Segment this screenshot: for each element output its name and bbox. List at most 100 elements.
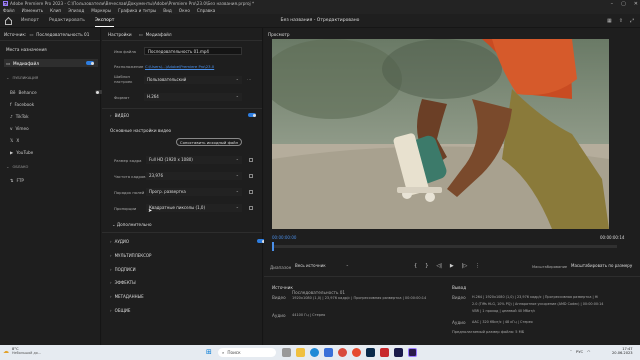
premiere-taskbar-icon[interactable] [408, 348, 417, 357]
workspaces-icon[interactable]: ▦ [607, 18, 612, 24]
windows-start-icon[interactable]: ⊞ [206, 348, 212, 356]
destination-ftp[interactable]: FTP [17, 178, 24, 183]
effects-section[interactable]: ЭФФЕКТЫ [110, 280, 136, 285]
media-file-icon: ▭ [138, 32, 143, 37]
publish-heading: ПУБЛИКАЦИЯ [12, 75, 39, 80]
aspect-dropdown[interactable]: Квадратные пикселы (1,0) [146, 203, 242, 212]
source-value[interactable]: Последовательность 01 [36, 32, 89, 37]
frame-rate-checkbox[interactable] [249, 174, 253, 178]
home-icon[interactable] [4, 18, 12, 25]
frame-rate-dropdown[interactable]: 23,976 [146, 171, 242, 180]
mark-in-icon[interactable]: { [414, 263, 417, 269]
summary-source-name: Последовательность 01 [292, 290, 346, 295]
file-name-input[interactable]: Последовательность 01.mp4 [144, 47, 242, 55]
frame-size-dropdown[interactable]: Full HD (1920 x 1080) [146, 155, 242, 164]
menu-bar: Файл Изменить Клип Эпизод Маркеры График… [0, 7, 640, 14]
format-dropdown[interactable]: H.264 [144, 92, 242, 101]
language-indicator[interactable]: РУС [576, 349, 583, 354]
scale-label: Масштабирование [532, 265, 568, 269]
platform-behance[interactable]: Behance [18, 90, 36, 95]
menu-file[interactable]: Файл [3, 8, 15, 13]
video-toggle[interactable] [248, 113, 256, 117]
summary-output-video-3: VBR | 1 проход | целевой 40 Мбит/с [472, 309, 536, 313]
multiplexer-section[interactable]: МУЛЬТИПЛЕКСОР [110, 253, 152, 258]
fullscreen-icon[interactable]: ⤢ [630, 18, 634, 24]
menu-clip[interactable]: Клип [50, 8, 61, 13]
collapse-chevron-icon[interactable]: ⌄ [6, 164, 10, 169]
more-settings-link[interactable]: ⌄ Дополнительно [112, 222, 152, 227]
timecode-start[interactable]: 00:00:00:00 [272, 235, 296, 240]
more-settings-label: Дополнительно [116, 222, 152, 227]
estimated-file-size: Предполагаемый размер файла: 5 МБ [452, 330, 525, 334]
clock[interactable]: 17:47 20.06.2023 [612, 347, 633, 355]
menu-markers[interactable]: Маркеры [91, 8, 111, 13]
range-dropdown[interactable]: Весь источник [292, 261, 352, 270]
location-label: Расположение [114, 64, 144, 69]
media-file-toggle[interactable] [86, 61, 94, 65]
platform-vimeo[interactable]: Vimeo [15, 126, 28, 131]
scale-dropdown[interactable]: Масштабировать по размеру [568, 261, 636, 270]
store-icon[interactable] [324, 348, 333, 357]
more-options-icon[interactable]: ⋯ [247, 77, 251, 82]
menu-view[interactable]: Вид [163, 8, 172, 13]
platform-facebook[interactable]: Facebook [14, 102, 34, 107]
tab-edit[interactable]: Редактировать [49, 15, 85, 26]
photoshop-icon[interactable] [366, 348, 375, 357]
step-back-icon[interactable]: ◁| [436, 263, 442, 269]
platform-youtube[interactable]: YouTube [16, 150, 33, 155]
tray-chevron-icon[interactable]: ˄ [570, 349, 572, 354]
general-section[interactable]: ОБЩИЕ [110, 308, 131, 313]
preset-dropdown[interactable]: Пользовательский [144, 75, 242, 84]
match-source-button[interactable]: Сопоставить исходный файл [176, 138, 242, 146]
taskbar-search[interactable]: ⌕ Поиск [218, 348, 276, 357]
acrobat-icon[interactable] [380, 348, 389, 357]
source-label: Источник: [4, 32, 27, 37]
close-icon[interactable]: ✕ [634, 1, 638, 7]
menu-edit[interactable]: Изменить [22, 8, 43, 13]
metadata-section[interactable]: МЕТАДАННЫЕ [110, 294, 144, 299]
tab-export[interactable]: Экспорт [94, 15, 115, 27]
field-order-dropdown[interactable]: Прогр. развертка [146, 187, 242, 196]
collapse-chevron-icon[interactable]: ⌄ [6, 75, 10, 80]
media-file-icon: ▭ [6, 61, 10, 66]
frame-size-checkbox[interactable] [249, 158, 253, 162]
platform-tiktok[interactable]: TikTok [16, 114, 29, 119]
field-order-checkbox[interactable] [249, 190, 253, 194]
play-icon[interactable]: ▶ [450, 263, 454, 269]
playhead[interactable] [272, 242, 274, 251]
maximize-icon[interactable]: ▢ [621, 1, 626, 7]
preview-panel: Просмотр 00:00:00:00 00:00:00:14 Диапазо… [264, 28, 640, 358]
captions-section[interactable]: ПОДПИСИ [110, 267, 136, 272]
mark-out-icon[interactable]: } [425, 263, 428, 269]
wifi-icon[interactable]: ◠ [587, 349, 590, 354]
menu-graphics[interactable]: Графика и титры [118, 8, 156, 13]
edge-icon[interactable] [310, 348, 319, 357]
aspect-checkbox[interactable] [249, 206, 253, 210]
task-view-icon[interactable] [282, 348, 291, 357]
format-label: Формат [114, 95, 130, 100]
platform-x[interactable]: X [16, 138, 19, 143]
audio-section[interactable]: АУДИО [110, 239, 129, 244]
quick-export-icon[interactable]: ⇪ [619, 18, 623, 24]
step-forward-icon[interactable]: |▷ [462, 263, 468, 269]
chrome-icon[interactable] [338, 348, 347, 357]
preview-heading: Просмотр [268, 32, 290, 37]
tab-import[interactable]: Импорт [21, 15, 39, 26]
menu-window[interactable]: Окно [179, 8, 190, 13]
workspace-bar: Импорт Редактировать Экспорт Без названи… [0, 14, 640, 28]
file-explorer-icon[interactable] [296, 348, 305, 357]
video-section[interactable]: ВИДЕО [110, 113, 130, 118]
more-controls-icon[interactable]: ⋮ [475, 263, 480, 269]
minimize-icon[interactable]: – [611, 1, 614, 7]
menu-sequence[interactable]: Эпизод [68, 8, 84, 13]
location-link[interactable]: C:\Users\...\Adobe\Premiere Pro\23.0 [145, 64, 214, 69]
premiere-app-icon: Pr [3, 1, 8, 6]
media-encoder-icon[interactable] [394, 348, 403, 357]
frame-size-label: Размер кадра [114, 158, 142, 163]
menu-help[interactable]: Справка [197, 8, 215, 13]
media-file-label[interactable]: Медиафайл [13, 61, 39, 66]
summary-output-audio-key: Аудио [452, 320, 466, 325]
timeline-track[interactable] [272, 245, 617, 248]
yandex-icon[interactable] [352, 348, 361, 357]
behance-icon: Bē [10, 90, 16, 95]
